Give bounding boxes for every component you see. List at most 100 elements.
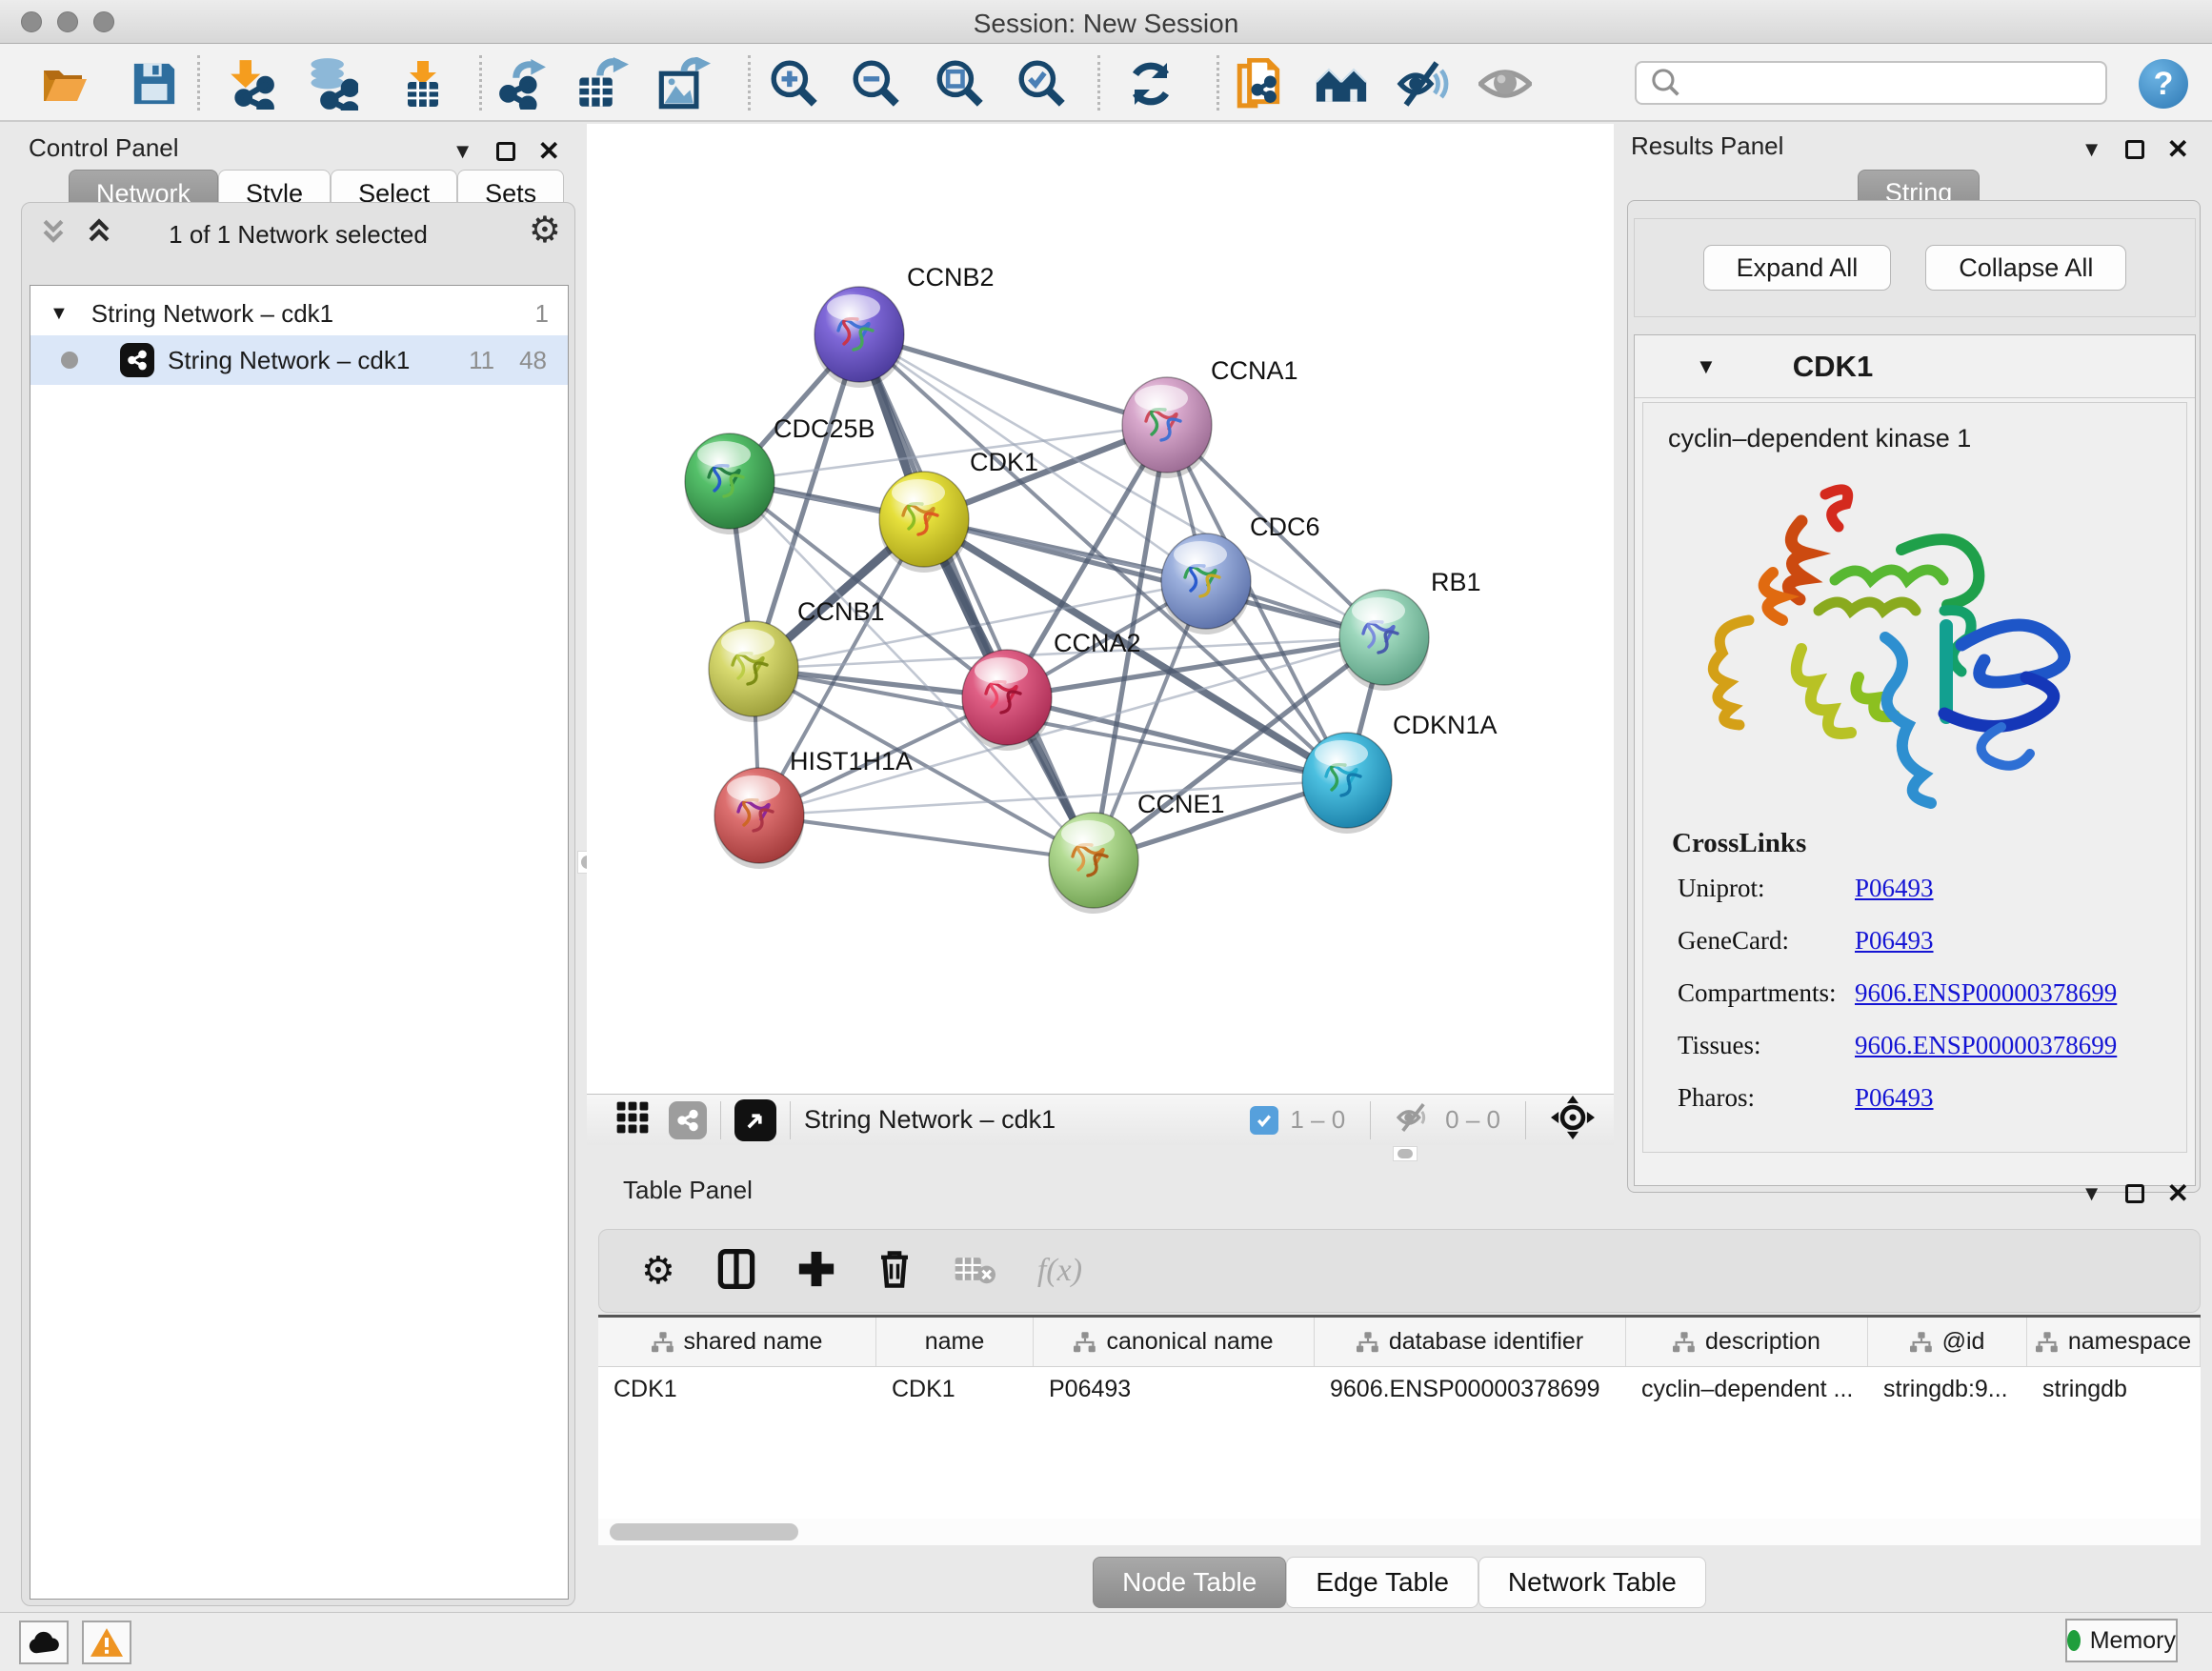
- network-edge-count: 48: [519, 346, 547, 375]
- table-cell[interactable]: stringdb: [2027, 1367, 2201, 1411]
- help-button[interactable]: ?: [2139, 59, 2188, 109]
- tree-expander-icon[interactable]: ▼: [50, 303, 69, 325]
- import-network-file-icon[interactable]: [225, 57, 278, 111]
- search-input[interactable]: [1692, 70, 2105, 96]
- table-panel-menu-icon[interactable]: ▼: [2081, 1181, 2102, 1206]
- control-panel-float-icon[interactable]: [496, 142, 515, 161]
- results-panel-float-icon[interactable]: [2125, 140, 2144, 159]
- gene-entry-header[interactable]: ▼ CDK1: [1635, 335, 2195, 398]
- delete-table-icon[interactable]: [954, 1253, 995, 1290]
- memory-button[interactable]: Memory: [2065, 1619, 2178, 1662]
- column-header-canonical-name[interactable]: canonical name: [1034, 1318, 1315, 1366]
- network-edge[interactable]: [859, 334, 1094, 860]
- network-node-cdc25b[interactable]: [685, 433, 774, 534]
- table-row[interactable]: CDK1CDK1P064939606.ENSP00000378699cyclin…: [598, 1367, 2201, 1411]
- add-column-icon[interactable]: [797, 1250, 835, 1293]
- zoom-selected-icon[interactable]: [1016, 57, 1069, 111]
- control-panel-menu-icon[interactable]: ▼: [452, 139, 473, 164]
- table-cell[interactable]: 9606.ENSP00000378699: [1315, 1367, 1626, 1411]
- results-panel: Results Panel ▼ ✕ String Expand All Coll…: [1625, 124, 2212, 1200]
- selected-node-edge-counts: 1 – 0: [1290, 1105, 1345, 1135]
- crosslink-link[interactable]: 9606.ENSP00000378699: [1855, 978, 2117, 1008]
- tab-node-table[interactable]: Node Table: [1093, 1557, 1286, 1608]
- column-header-namespace[interactable]: namespace: [2027, 1318, 2201, 1366]
- column-header-description[interactable]: description: [1626, 1318, 1868, 1366]
- scrollbar-thumb[interactable]: [610, 1523, 798, 1540]
- export-network-icon[interactable]: [495, 57, 549, 111]
- results-panel-menu-icon[interactable]: ▼: [2081, 137, 2102, 162]
- table-cell[interactable]: stringdb:9...: [1868, 1367, 2027, 1411]
- hide-panel-eye-icon[interactable]: [1397, 57, 1450, 111]
- import-table-file-icon[interactable]: [396, 57, 450, 111]
- crosslink-label: Pharos:: [1678, 1083, 1855, 1113]
- table-cell[interactable]: CDK1: [598, 1367, 876, 1411]
- network-share-icon[interactable]: [669, 1101, 707, 1139]
- column-header-shared-name[interactable]: shared name: [598, 1318, 876, 1366]
- column-label: @id: [1942, 1328, 1985, 1356]
- home-legacy-icon[interactable]: [1315, 57, 1368, 111]
- tab-edge-table[interactable]: Edge Table: [1286, 1557, 1478, 1608]
- table-options-gear-icon[interactable]: ⚙: [641, 1249, 675, 1293]
- network-node-cdc6[interactable]: [1161, 534, 1251, 634]
- function-builder-icon[interactable]: f(x): [1037, 1253, 1082, 1289]
- table-horizontal-scrollbar[interactable]: [598, 1519, 2201, 1545]
- network-node-ccnb2[interactable]: [814, 287, 904, 388]
- network-collection-row[interactable]: ▼ String Network – cdk1 1: [30, 292, 568, 335]
- network-node-ccna2[interactable]: [962, 650, 1052, 751]
- show-eye-icon[interactable]: [1478, 57, 1532, 111]
- network-node-hist1h1a[interactable]: [714, 768, 804, 869]
- clone-network-icon[interactable]: [1233, 57, 1286, 111]
- table-cell[interactable]: CDK1: [876, 1367, 1034, 1411]
- tab-network-table[interactable]: Network Table: [1478, 1557, 1706, 1608]
- network-node-cdk1[interactable]: [879, 472, 969, 573]
- hidden-eye-icon[interactable]: [1396, 1101, 1434, 1138]
- show-columns-icon[interactable]: [717, 1249, 755, 1294]
- table-cell[interactable]: cyclin–dependent ...: [1626, 1367, 1868, 1411]
- crosslink-link[interactable]: P06493: [1855, 874, 1934, 903]
- results-panel-close-icon[interactable]: ✕: [2167, 133, 2189, 165]
- zoom-out-icon[interactable]: [850, 57, 903, 111]
- network-view[interactable]: CCNB2CCNA1CDC25BCDK1CDC6RB1CCNB1CCNA2CDK…: [587, 124, 1614, 1145]
- expand-all-button[interactable]: Expand All: [1703, 245, 1892, 291]
- crosslink-link[interactable]: 9606.ENSP00000378699: [1855, 1031, 2117, 1060]
- toolbar-separator: [479, 55, 482, 111]
- selected-checkbox-icon[interactable]: [1250, 1106, 1278, 1135]
- table-cell[interactable]: P06493: [1034, 1367, 1315, 1411]
- gene-collapse-icon[interactable]: ▼: [1696, 354, 1717, 379]
- refresh-icon[interactable]: [1124, 57, 1177, 111]
- column-header-database-identifier[interactable]: database identifier: [1315, 1318, 1626, 1366]
- search-field[interactable]: [1635, 61, 2107, 105]
- network-node-rb1[interactable]: [1339, 590, 1429, 691]
- delete-column-icon[interactable]: [877, 1249, 912, 1294]
- network-node-ccnb1[interactable]: [709, 621, 798, 722]
- crosslink-row: Compartments: 9606.ENSP00000378699: [1678, 978, 2117, 1008]
- network-options-gear-icon[interactable]: ⚙: [529, 209, 561, 252]
- network-edge[interactable]: [859, 334, 1167, 425]
- cloud-button[interactable]: [19, 1621, 69, 1664]
- birds-eye-view-icon[interactable]: [734, 1099, 776, 1141]
- open-session-icon[interactable]: [38, 57, 91, 111]
- table-panel-float-icon[interactable]: [2125, 1184, 2144, 1203]
- export-table-icon[interactable]: [575, 57, 629, 111]
- network-canvas[interactable]: CCNB2CCNA1CDC25BCDK1CDC6RB1CCNB1CCNA2CDK…: [587, 124, 1614, 1094]
- crosslink-link[interactable]: P06493: [1855, 926, 1934, 956]
- export-image-icon[interactable]: [657, 57, 711, 111]
- table-panel-close-icon[interactable]: ✕: [2167, 1178, 2189, 1209]
- zoom-fit-icon[interactable]: [934, 57, 987, 111]
- network-node-ccne1[interactable]: [1049, 813, 1138, 914]
- column-header--id[interactable]: @id: [1868, 1318, 2027, 1366]
- crosslink-link[interactable]: P06493: [1855, 1083, 1934, 1113]
- network-node-ccna1[interactable]: [1122, 377, 1212, 478]
- network-row-selected[interactable]: String Network – cdk1 11 48: [30, 335, 568, 385]
- control-panel-close-icon[interactable]: ✕: [538, 135, 560, 167]
- warning-button[interactable]: [82, 1621, 131, 1664]
- network-edge[interactable]: [759, 815, 1094, 860]
- network-node-cdkn1a[interactable]: [1302, 733, 1392, 834]
- save-session-icon[interactable]: [128, 57, 181, 111]
- column-header-name[interactable]: name: [876, 1318, 1034, 1366]
- grid-mode-icon[interactable]: [615, 1100, 650, 1139]
- zoom-in-icon[interactable]: [768, 57, 821, 111]
- collapse-all-button[interactable]: Collapse All: [1925, 245, 2126, 291]
- fit-crosshair-icon[interactable]: [1551, 1096, 1595, 1144]
- import-network-database-icon[interactable]: [305, 57, 358, 111]
